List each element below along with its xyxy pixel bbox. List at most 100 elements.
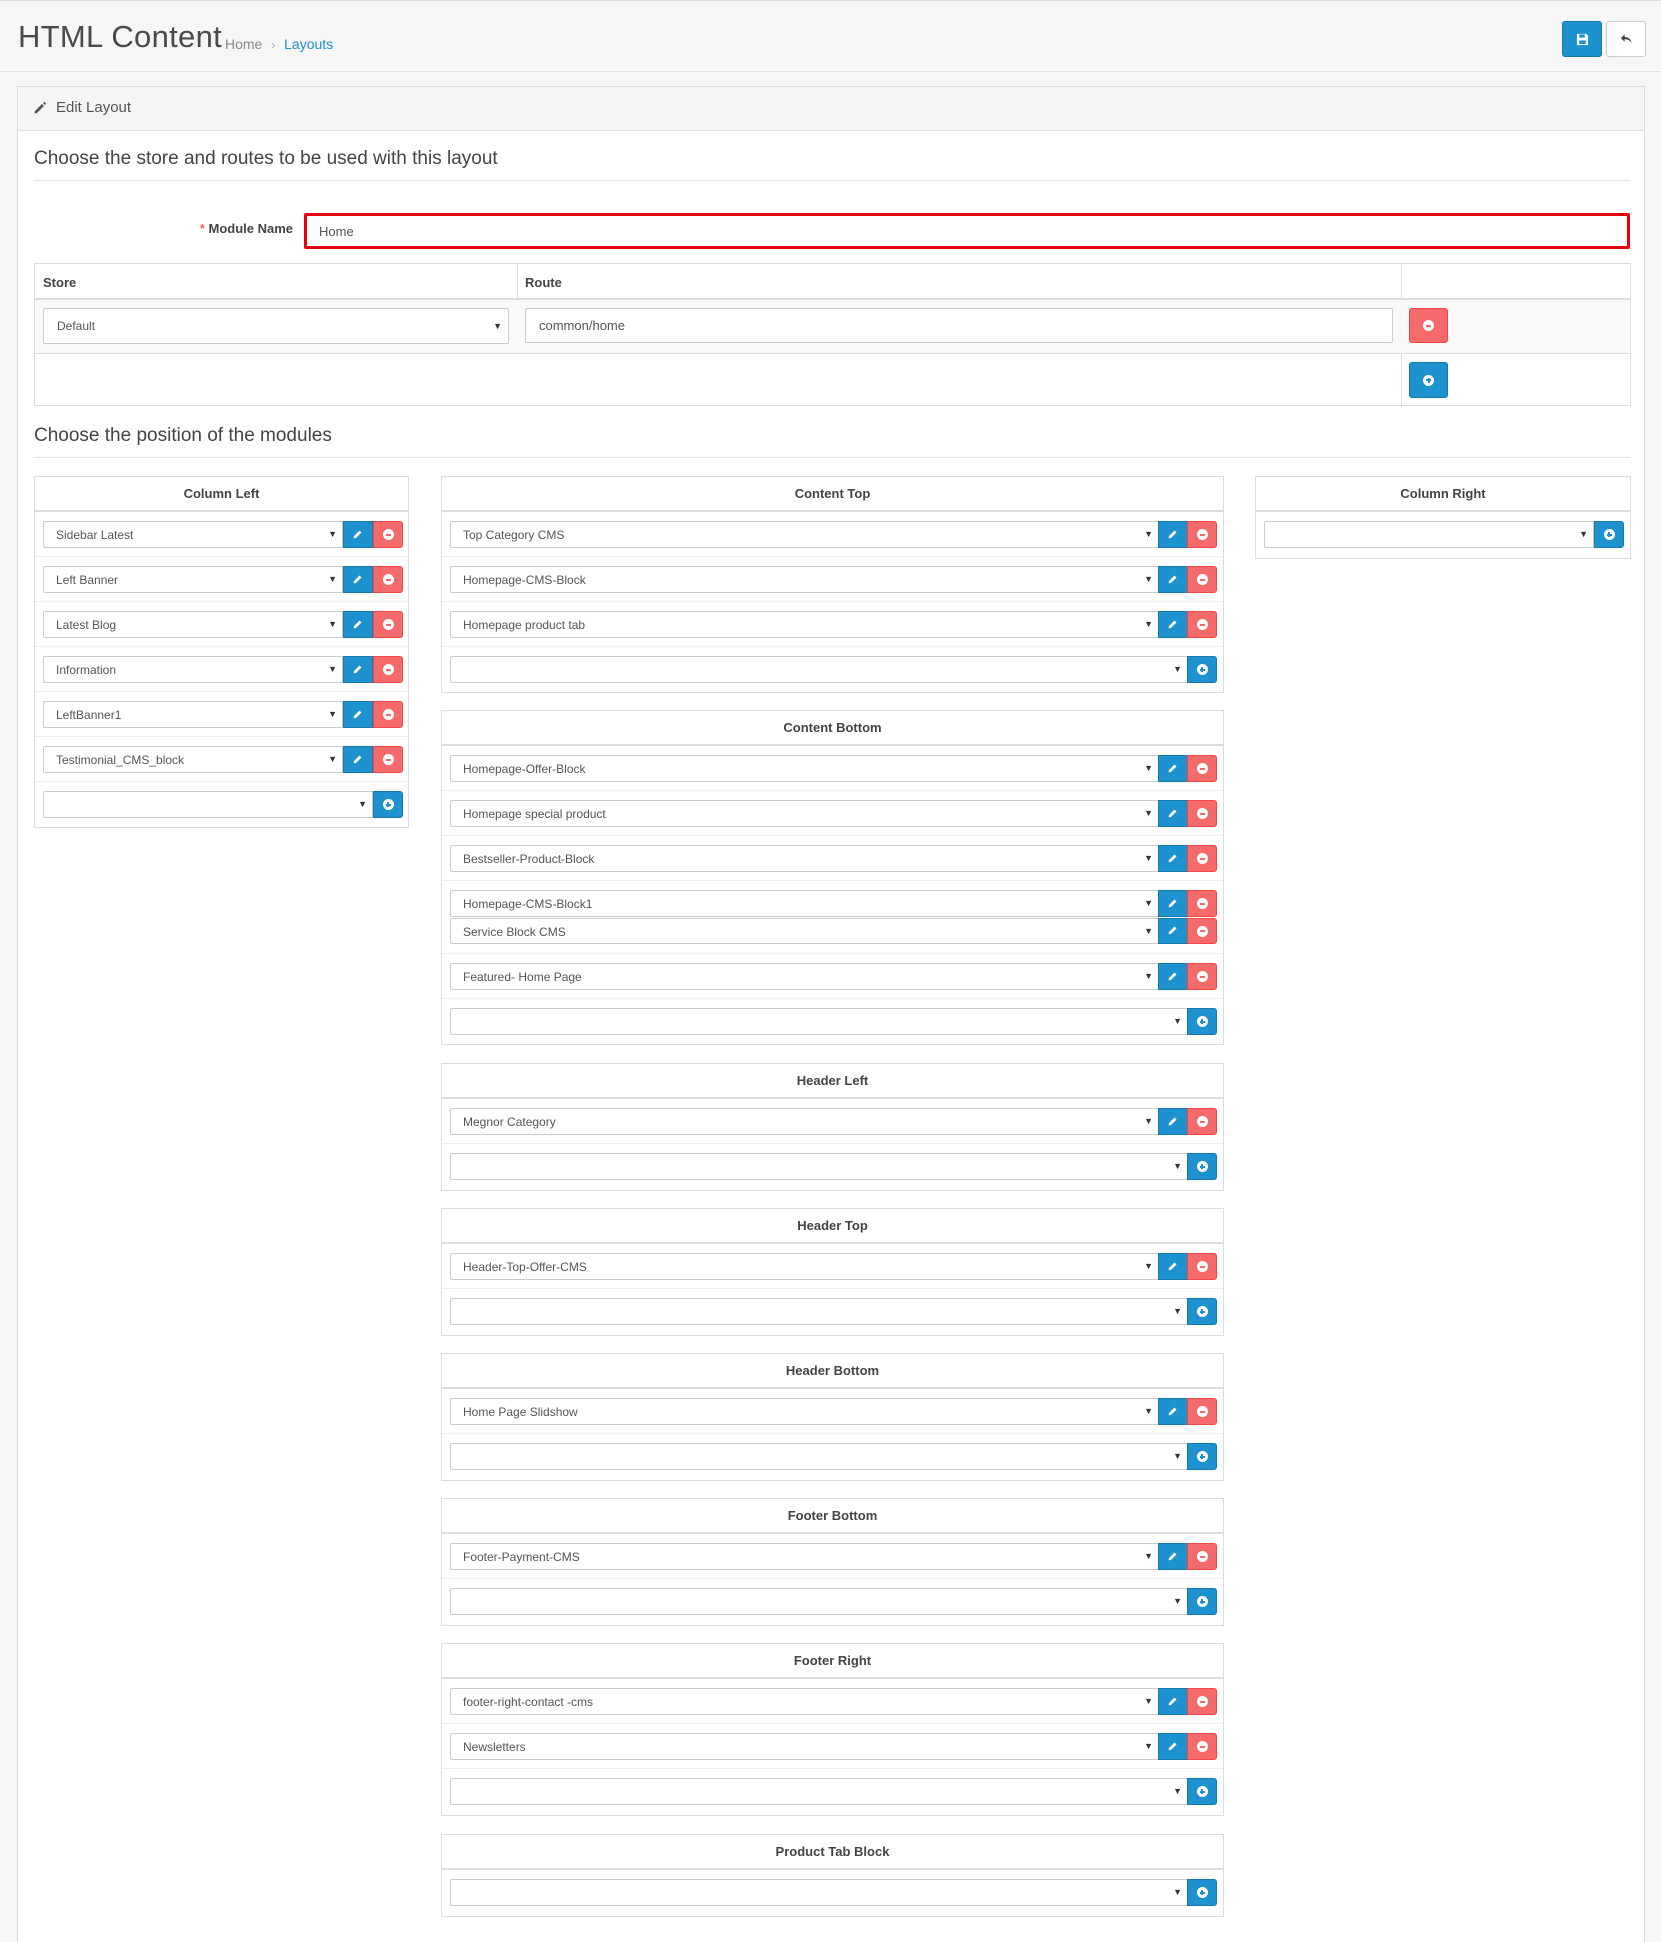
- remove-module-button[interactable]: [373, 566, 403, 593]
- edit-module-button[interactable]: [1158, 845, 1188, 872]
- add-module-button[interactable]: [1187, 1443, 1217, 1470]
- module-select[interactable]: Service Block CMS ▼: [450, 918, 1159, 944]
- module-select[interactable]: Bestseller-Product-Block ▼: [450, 845, 1159, 872]
- remove-module-button[interactable]: [373, 521, 403, 548]
- remove-module-button[interactable]: [1187, 521, 1217, 548]
- module-select[interactable]: Featured- Home Page ▼: [450, 963, 1159, 990]
- add-module-select[interactable]: ▼: [1264, 521, 1594, 548]
- module-select[interactable]: Footer-Payment-CMS ▼: [450, 1543, 1159, 1570]
- remove-module-button[interactable]: [1187, 918, 1217, 944]
- add-module-button[interactable]: [1187, 1778, 1217, 1805]
- remove-module-button[interactable]: [1187, 800, 1217, 827]
- module-select[interactable]: Homepage special product ▼: [450, 800, 1159, 827]
- add-module-select[interactable]: ▼: [450, 1588, 1188, 1615]
- add-module-button[interactable]: [1187, 1588, 1217, 1615]
- remove-module-button[interactable]: [1187, 1688, 1217, 1715]
- remove-module-button[interactable]: [1187, 890, 1217, 917]
- edit-module-button[interactable]: [343, 611, 373, 638]
- add-module-button[interactable]: [1594, 521, 1624, 548]
- store-select[interactable]: Default ▼: [43, 308, 509, 344]
- header-bottom-title: Header Bottom: [442, 1354, 1223, 1389]
- edit-module-button[interactable]: [343, 701, 373, 728]
- edit-module-button[interactable]: [1158, 1543, 1188, 1570]
- module-row: Testimonial_CMS_block ▼: [35, 737, 408, 782]
- module-select[interactable]: Homepage-CMS-Block1 ▼: [450, 890, 1159, 917]
- add-module-select[interactable]: ▼: [450, 1778, 1188, 1805]
- remove-module-button[interactable]: [1187, 566, 1217, 593]
- add-module-button[interactable]: [1187, 656, 1217, 683]
- edit-module-button[interactable]: [343, 656, 373, 683]
- add-module-button[interactable]: [1187, 1879, 1217, 1906]
- remove-module-button[interactable]: [1187, 611, 1217, 638]
- module-select[interactable]: Homepage product tab ▼: [450, 611, 1159, 638]
- add-module-select[interactable]: ▼: [43, 791, 373, 818]
- minus-circle-icon: [382, 754, 394, 765]
- remove-module-button[interactable]: [1187, 1398, 1217, 1425]
- route-input[interactable]: [525, 308, 1393, 343]
- module-select[interactable]: Left Banner ▼: [43, 566, 343, 593]
- module-select[interactable]: Header-Top-Offer-CMS ▼: [450, 1253, 1159, 1280]
- store-select-value: Default: [57, 319, 96, 333]
- remove-module-button[interactable]: [373, 656, 403, 683]
- module-select[interactable]: Homepage-Offer-Block ▼: [450, 755, 1159, 782]
- breadcrumb-home-link[interactable]: Home: [225, 36, 262, 52]
- add-module-select[interactable]: ▼: [450, 1008, 1188, 1035]
- edit-module-button[interactable]: [343, 521, 373, 548]
- remove-module-button[interactable]: [1187, 1543, 1217, 1570]
- module-select[interactable]: Megnor Category ▼: [450, 1108, 1159, 1135]
- add-module-row: ▼: [442, 647, 1223, 692]
- module-select[interactable]: Top Category CMS ▼: [450, 521, 1159, 548]
- add-module-select[interactable]: ▼: [450, 1879, 1188, 1906]
- edit-module-button[interactable]: [1158, 890, 1188, 917]
- add-module-select[interactable]: ▼: [450, 656, 1188, 683]
- module-select[interactable]: Homepage-CMS-Block ▼: [450, 566, 1159, 593]
- back-button[interactable]: [1606, 21, 1646, 57]
- product-tab-block-panel: Product Tab Block ▼: [441, 1834, 1224, 1917]
- remove-module-button[interactable]: [1187, 755, 1217, 782]
- add-route-button[interactable]: [1409, 362, 1448, 398]
- remove-module-button[interactable]: [373, 746, 403, 773]
- edit-module-button[interactable]: [1158, 566, 1188, 593]
- remove-module-button[interactable]: [373, 611, 403, 638]
- add-module-select[interactable]: ▼: [450, 1443, 1188, 1470]
- add-module-select[interactable]: ▼: [450, 1298, 1188, 1325]
- edit-module-button[interactable]: [1158, 918, 1188, 944]
- edit-module-button[interactable]: [1158, 963, 1188, 990]
- edit-module-button[interactable]: [1158, 611, 1188, 638]
- edit-module-button[interactable]: [1158, 1398, 1188, 1425]
- remove-route-button[interactable]: [1409, 308, 1448, 343]
- remove-module-button[interactable]: [1187, 1733, 1217, 1760]
- edit-module-button[interactable]: [1158, 521, 1188, 548]
- module-row: Home Page Slidshow ▼: [442, 1389, 1223, 1434]
- module-select[interactable]: Information ▼: [43, 656, 343, 683]
- remove-module-button[interactable]: [1187, 845, 1217, 872]
- module-select[interactable]: LeftBanner1 ▼: [43, 701, 343, 728]
- module-select[interactable]: Latest Blog ▼: [43, 611, 343, 638]
- module-select[interactable]: Testimonial_CMS_block ▼: [43, 746, 343, 773]
- module-name-input[interactable]: [304, 213, 1630, 249]
- remove-module-button[interactable]: [1187, 1253, 1217, 1280]
- module-select[interactable]: Sidebar Latest ▼: [43, 521, 343, 548]
- module-row: Homepage special product ▼: [442, 791, 1223, 836]
- save-button[interactable]: [1562, 21, 1602, 57]
- module-select[interactable]: Newsletters ▼: [450, 1733, 1159, 1760]
- module-select[interactable]: footer-right-contact -cms ▼: [450, 1688, 1159, 1715]
- edit-module-button[interactable]: [1158, 1108, 1188, 1135]
- edit-module-button[interactable]: [343, 566, 373, 593]
- edit-module-button[interactable]: [1158, 800, 1188, 827]
- add-module-button[interactable]: [1187, 1008, 1217, 1035]
- edit-module-button[interactable]: [1158, 1253, 1188, 1280]
- edit-module-button[interactable]: [1158, 1688, 1188, 1715]
- remove-module-button[interactable]: [373, 701, 403, 728]
- remove-module-button[interactable]: [1187, 1108, 1217, 1135]
- breadcrumb-layouts-link[interactable]: Layouts: [284, 36, 333, 52]
- edit-module-button[interactable]: [1158, 1733, 1188, 1760]
- module-select[interactable]: Home Page Slidshow ▼: [450, 1398, 1159, 1425]
- add-module-button[interactable]: [1187, 1298, 1217, 1325]
- add-module-button[interactable]: [373, 791, 403, 818]
- remove-module-button[interactable]: [1187, 963, 1217, 990]
- add-module-button[interactable]: [1187, 1153, 1217, 1180]
- edit-module-button[interactable]: [343, 746, 373, 773]
- add-module-select[interactable]: ▼: [450, 1153, 1188, 1180]
- edit-module-button[interactable]: [1158, 755, 1188, 782]
